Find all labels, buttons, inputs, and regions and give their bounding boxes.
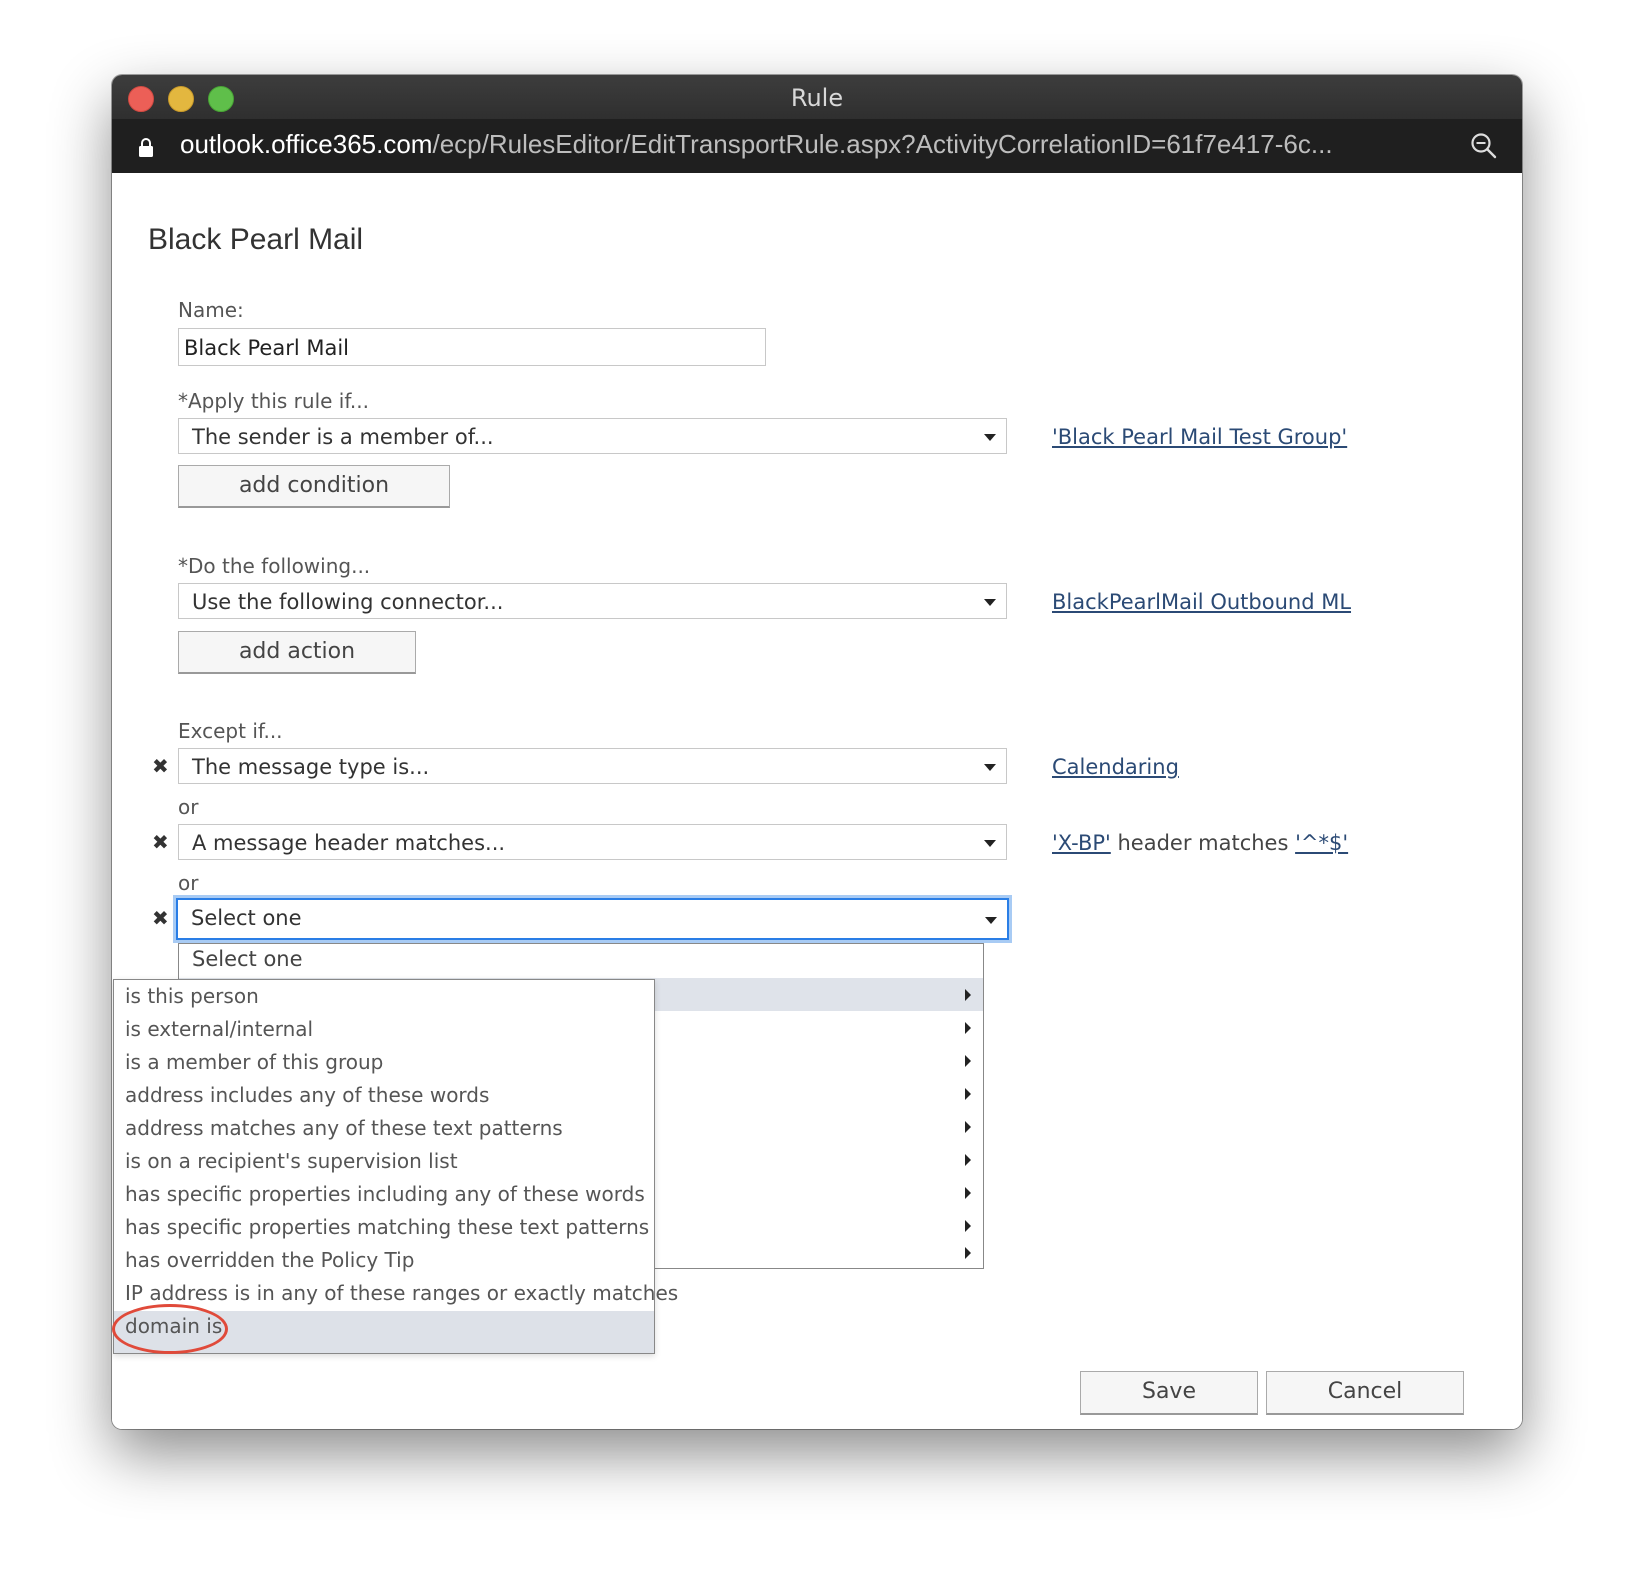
dropdown-option-select-one[interactable]: Select one <box>179 944 983 978</box>
address-bar[interactable]: outlook.office365.com/ecp/RulesEditor/Ed… <box>112 119 1522 173</box>
add-action-button[interactable]: add action <box>178 631 416 674</box>
exception-select-3[interactable]: Select one <box>176 898 1009 940</box>
chevron-right-icon <box>965 1088 971 1100</box>
chevron-right-icon <box>965 1247 971 1259</box>
apply-group-link[interactable]: 'Black Pearl Mail Test Group' <box>1052 425 1347 449</box>
exception-3-value: Select one <box>191 906 302 930</box>
chevron-right-icon <box>965 1187 971 1199</box>
chevron-down-icon <box>985 917 997 924</box>
submenu-item[interactable]: address includes any of these words <box>114 1080 654 1113</box>
annotation-circle <box>112 1304 228 1354</box>
except-label: Except if... <box>178 719 283 743</box>
title-bar: Rule <box>112 75 1522 120</box>
chevron-down-icon <box>984 434 996 441</box>
calendaring-link[interactable]: Calendaring <box>1052 755 1179 779</box>
exception-2-value: A message header matches... <box>192 831 506 855</box>
do-action-select[interactable]: Use the following connector... <box>178 583 1007 619</box>
submenu-item[interactable]: has specific properties matching these t… <box>114 1212 654 1245</box>
chevron-down-icon <box>984 840 996 847</box>
page-title: Black Pearl Mail <box>148 223 364 256</box>
header-match-text: header matches <box>1110 831 1296 855</box>
chevron-right-icon <box>965 1055 971 1067</box>
apply-label: *Apply this rule if... <box>178 389 370 413</box>
header-name-link[interactable]: 'X-BP' <box>1052 831 1111 855</box>
exception-select-2[interactable]: A message header matches... <box>178 824 1007 860</box>
remove-exception-icon[interactable]: ✖ <box>152 906 169 930</box>
connector-link[interactable]: BlackPearlMail Outbound ML <box>1052 590 1351 614</box>
url-host: outlook.office365.com <box>180 129 433 159</box>
submenu-item[interactable]: is on a recipient's supervision list <box>114 1146 654 1179</box>
url-text[interactable]: outlook.office365.com/ecp/RulesEditor/Ed… <box>180 129 1333 160</box>
or-label: or <box>178 795 199 819</box>
header-match-summary: 'X-BP' header matches '^*$' <box>1052 831 1348 855</box>
submenu-item[interactable]: has overridden the Policy Tip <box>114 1245 654 1278</box>
name-label: Name: <box>178 298 244 322</box>
remove-exception-icon[interactable]: ✖ <box>152 754 169 778</box>
submenu-item[interactable]: is a member of this group <box>114 1047 654 1080</box>
url-path: /ecp/RulesEditor/EditTransportRule.aspx?… <box>432 129 1333 159</box>
submenu-item[interactable]: is external/internal <box>114 1014 654 1047</box>
exception-1-value: The message type is... <box>192 755 430 779</box>
or-label: or <box>178 871 199 895</box>
exception-select-1[interactable]: The message type is... <box>178 748 1007 784</box>
apply-selected-value: The sender is a member of... <box>192 425 494 449</box>
browser-window: Rule outlook.office365.com/ecp/RulesEdit… <box>112 75 1522 1429</box>
chevron-down-icon <box>984 599 996 606</box>
apply-condition-select[interactable]: The sender is a member of... <box>178 418 1007 454</box>
chevron-right-icon <box>965 989 971 1001</box>
add-condition-button[interactable]: add condition <box>178 465 450 508</box>
window-title: Rule <box>790 84 844 112</box>
chevron-right-icon <box>965 1154 971 1166</box>
chevron-right-icon <box>965 1121 971 1133</box>
do-label: *Do the following... <box>178 554 371 578</box>
chevron-right-icon <box>965 1220 971 1232</box>
chevron-down-icon <box>984 764 996 771</box>
cancel-button[interactable]: Cancel <box>1266 1371 1464 1415</box>
remove-exception-icon[interactable]: ✖ <box>152 830 169 854</box>
submenu-item[interactable]: is this person <box>114 981 654 1014</box>
search-icon[interactable] <box>1470 132 1498 160</box>
name-field[interactable]: Black Pearl Mail <box>178 328 766 366</box>
condition-submenu: is this person is external/internal is a… <box>113 979 678 1354</box>
do-selected-value: Use the following connector... <box>192 590 504 614</box>
chevron-right-icon <box>965 1022 971 1034</box>
lock-icon <box>139 138 153 157</box>
submenu-item[interactable]: has specific properties including any of… <box>114 1179 654 1212</box>
header-pattern-link[interactable]: '^*$' <box>1295 831 1348 855</box>
submenu-item[interactable]: address matches any of these text patter… <box>114 1113 654 1146</box>
save-button[interactable]: Save <box>1080 1371 1258 1415</box>
